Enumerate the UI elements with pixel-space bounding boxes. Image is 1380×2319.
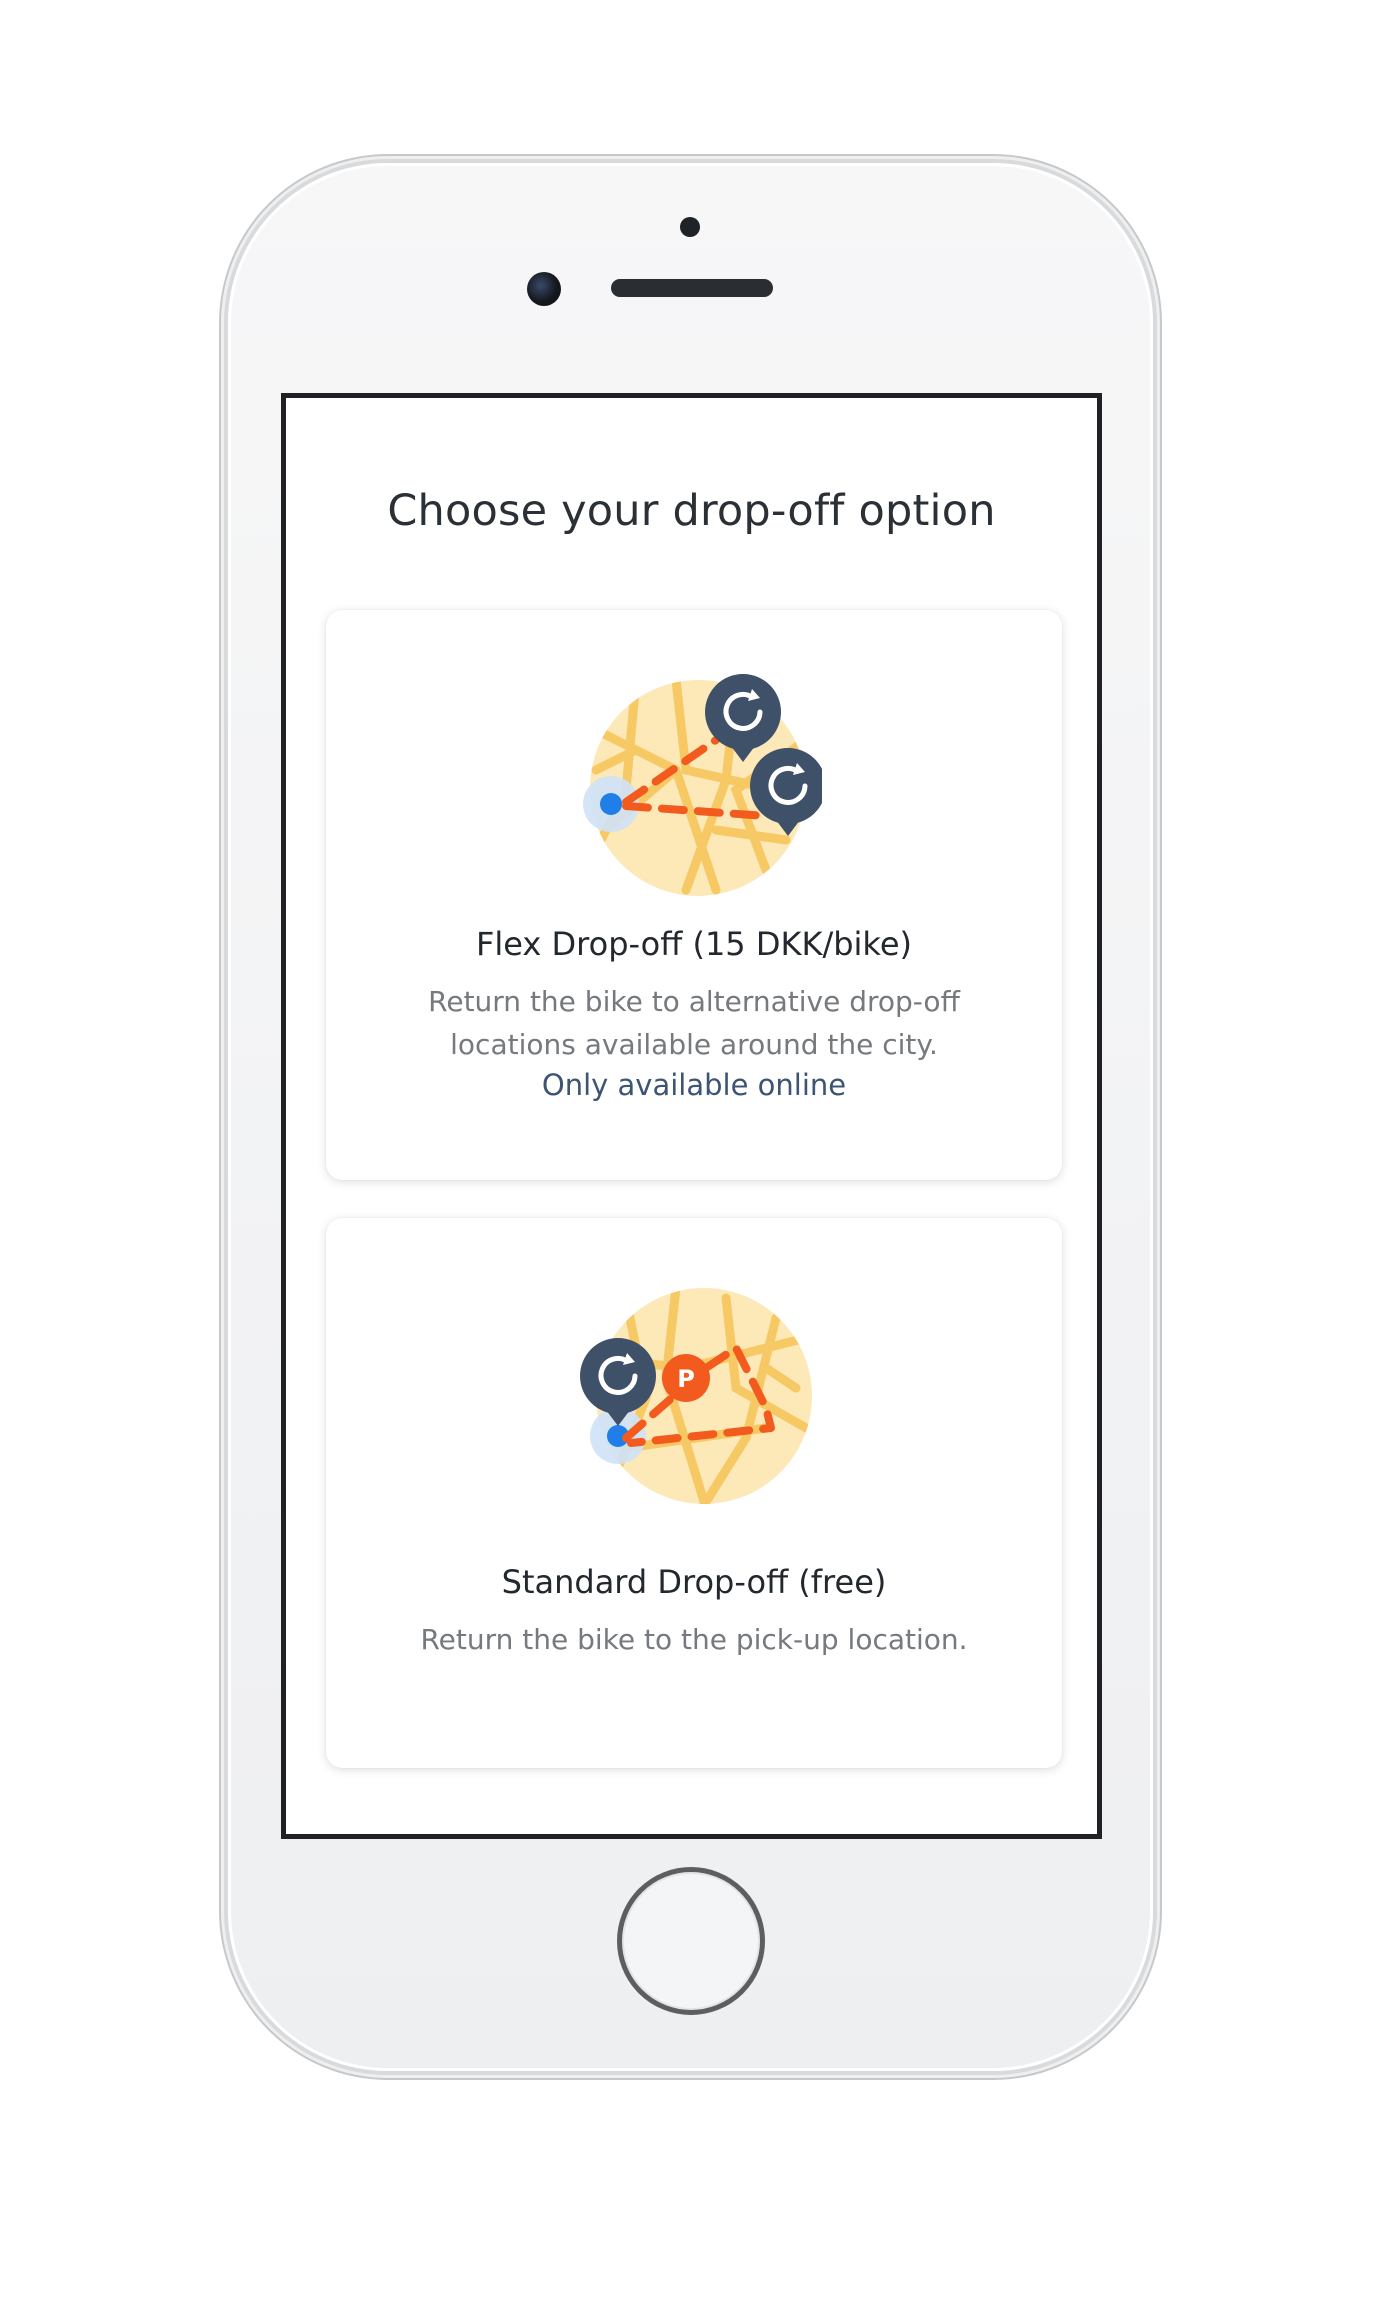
standard-dropoff-option[interactable]: P Standard Drop-off (free) Return the bi…: [326, 1218, 1062, 1768]
standard-dropoff-title: Standard Drop-off (free): [501, 1563, 887, 1601]
flex-dropoff-option[interactable]: Flex Drop-off (15 DKK/bike) Return the b…: [326, 610, 1062, 1180]
svg-text:P: P: [677, 1365, 695, 1393]
earpiece-speaker: [611, 279, 773, 297]
standard-dropoff-description: Return the bike to the pick-up location.: [420, 1623, 968, 1656]
proximity-sensor: [680, 217, 700, 237]
map-flex-dropoff-icon: [583, 674, 822, 896]
flex-dropoff-description: Return the bike to alternative drop-off …: [428, 985, 960, 1061]
front-camera: [527, 272, 561, 306]
volume-up-button: [219, 568, 228, 708]
home-button: [617, 1867, 765, 2015]
volume-down-button: [219, 745, 228, 885]
map-standard-dropoff-icon: P: [580, 1288, 812, 1504]
flex-dropoff-title: Flex Drop-off (15 DKK/bike): [476, 925, 912, 963]
mute-switch: [219, 405, 228, 483]
app-screen: Choose your drop-off option Flex Drop-of…: [281, 393, 1102, 1839]
page-title: Choose your drop-off option: [387, 486, 996, 536]
flex-dropoff-note: Only available online: [541, 1068, 847, 1102]
